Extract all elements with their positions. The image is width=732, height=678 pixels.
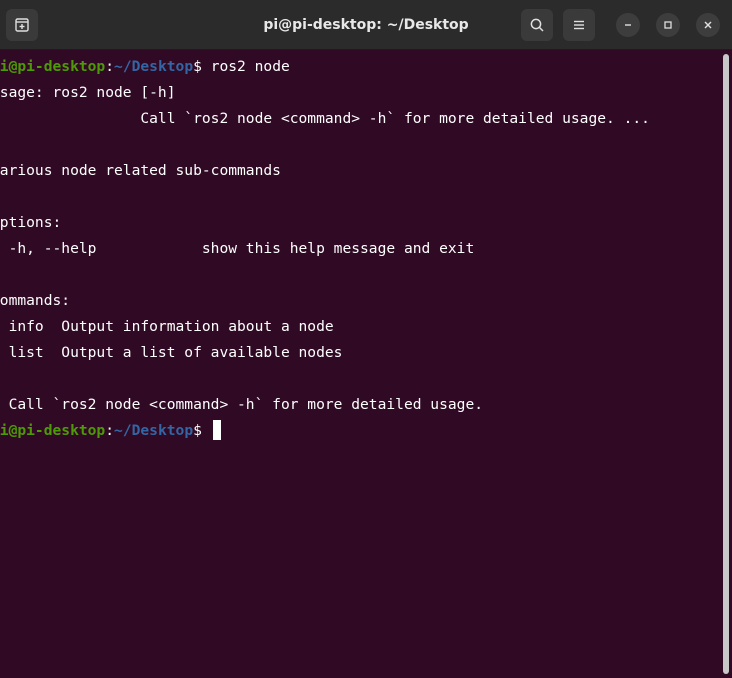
menu-button[interactable] bbox=[563, 9, 595, 41]
prompt-user-host: pi@pi-desktop bbox=[0, 422, 106, 439]
command-text: ros2 node bbox=[210, 58, 290, 75]
maximize-icon bbox=[664, 21, 672, 29]
maximize-button[interactable] bbox=[656, 13, 680, 37]
search-button[interactable] bbox=[521, 9, 553, 41]
prompt-separator: : bbox=[105, 422, 115, 439]
output-line: usage: ros2 node [-h] bbox=[0, 84, 176, 101]
output-line: Various node related sub-commands bbox=[0, 162, 281, 179]
output-line: info Output information about a node bbox=[0, 318, 334, 335]
title-bar: pi@pi-desktop: ~/Desktop bbox=[0, 0, 732, 50]
terminal-output[interactable]: pi@pi-desktop:~/Desktop$ ros2 node usage… bbox=[0, 54, 718, 678]
close-button[interactable] bbox=[696, 13, 720, 37]
terminal-window: pi@pi-desktop: ~/Desktop pi@pi-desktop:~… bbox=[0, 0, 732, 678]
prompt-dollar: $ bbox=[193, 58, 211, 75]
prompt-line: pi@pi-desktop:~/Desktop$ bbox=[0, 418, 221, 444]
output-line: list Output a list of available nodes bbox=[0, 344, 343, 361]
scrollbar-thumb[interactable] bbox=[723, 54, 729, 674]
minimize-button[interactable] bbox=[616, 13, 640, 37]
new-tab-button[interactable] bbox=[6, 9, 38, 41]
search-icon bbox=[530, 18, 544, 32]
output-line: -h, --help show this help message and ex… bbox=[0, 240, 475, 257]
prompt-dollar: $ bbox=[193, 422, 211, 439]
new-tab-icon bbox=[15, 18, 29, 32]
prompt-separator: : bbox=[105, 58, 115, 75]
output-line: Call `ros2 node <command> -h` for more d… bbox=[0, 396, 484, 413]
minimize-icon bbox=[625, 24, 631, 26]
prompt-user-host: pi@pi-desktop bbox=[0, 58, 106, 75]
prompt-path: ~/Desktop bbox=[114, 58, 194, 75]
text-cursor bbox=[212, 420, 221, 440]
scrollbar[interactable] bbox=[721, 54, 732, 678]
close-icon bbox=[704, 21, 712, 29]
prompt-path: ~/Desktop bbox=[114, 422, 194, 439]
output-line: options: bbox=[0, 214, 62, 231]
output-line: Commands: bbox=[0, 292, 71, 309]
hamburger-menu-icon bbox=[574, 20, 584, 30]
prompt-line: pi@pi-desktop:~/Desktop$ ros2 node bbox=[0, 54, 290, 80]
output-line: Call `ros2 node <command> -h` for more d… bbox=[0, 110, 650, 127]
